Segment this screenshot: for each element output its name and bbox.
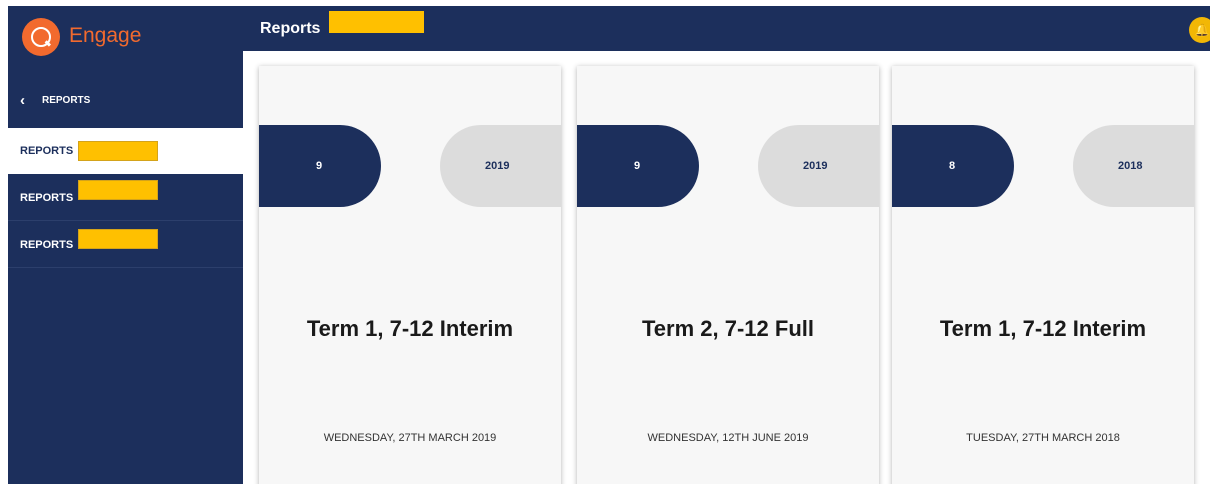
report-title: Term 2, 7-12 Full	[642, 316, 814, 341]
year-level: 9	[316, 160, 323, 172]
year-pill: 2019	[758, 125, 879, 207]
year-level-pill: 9	[259, 125, 381, 207]
sidebar-item-reports-1[interactable]: REPORTS	[8, 128, 243, 174]
app-root: Engage ‹ REPORTS REPORTS REPORTS REPORTS…	[0, 0, 1210, 484]
sidebar: Engage ‹ REPORTS REPORTS REPORTS REPORTS	[8, 6, 243, 484]
sidebar-item-reports-3[interactable]: REPORTS	[8, 222, 243, 268]
year-level-pill: 9	[577, 125, 699, 207]
sidebar-item-reports-2[interactable]: REPORTS	[8, 175, 243, 221]
redaction-block	[78, 141, 158, 161]
chevron-left-icon: ‹	[20, 92, 25, 109]
notification-bell-icon[interactable]: 🔔	[1189, 17, 1210, 43]
sidebar-item-label: REPORTS	[20, 192, 74, 204]
top-bar: Reports 🔔	[243, 6, 1210, 51]
back-label: REPORTS	[42, 95, 91, 106]
report-title: Term 1, 7-12 Interim	[306, 316, 514, 341]
brand[interactable]: Engage	[8, 6, 243, 70]
report-year: 2019	[803, 160, 828, 172]
redaction-block	[329, 11, 424, 33]
report-date: TUESDAY, 27TH MARCH 2018	[966, 432, 1120, 444]
sidebar-item-label: REPORTS	[20, 239, 74, 251]
report-cards-area: 9 2019 Term 1, 7-12 Interim WEDNESDAY, 2…	[243, 51, 1210, 484]
report-date: WEDNESDAY, 27TH MARCH 2019	[323, 432, 497, 444]
back-to-reports-button[interactable]: ‹ REPORTS	[8, 80, 243, 124]
brand-name: Engage	[69, 24, 142, 47]
year-pill: 2019	[440, 125, 561, 207]
report-year: 2019	[485, 160, 510, 172]
page-title: Reports	[260, 20, 321, 37]
report-year: 2018	[1118, 160, 1143, 172]
report-title: Term 1, 7-12 Interim	[939, 316, 1147, 341]
sidebar-item-label: REPORTS	[20, 145, 74, 157]
report-card[interactable]: 9 2019 Term 1, 7-12 Interim WEDNESDAY, 2…	[259, 66, 561, 484]
report-card[interactable]: 8 2018 Term 1, 7-12 Interim TUESDAY, 27T…	[892, 66, 1194, 484]
year-level-pill: 8	[892, 125, 1014, 207]
engage-logo-icon	[22, 18, 60, 56]
year-pill: 2018	[1073, 125, 1194, 207]
year-level: 8	[949, 160, 956, 172]
report-card[interactable]: 9 2019 Term 2, 7-12 Full WEDNESDAY, 12TH…	[577, 66, 879, 484]
year-level: 9	[634, 160, 641, 172]
redaction-block	[78, 229, 158, 249]
report-date: WEDNESDAY, 12TH JUNE 2019	[647, 432, 809, 444]
redaction-block	[78, 180, 158, 200]
